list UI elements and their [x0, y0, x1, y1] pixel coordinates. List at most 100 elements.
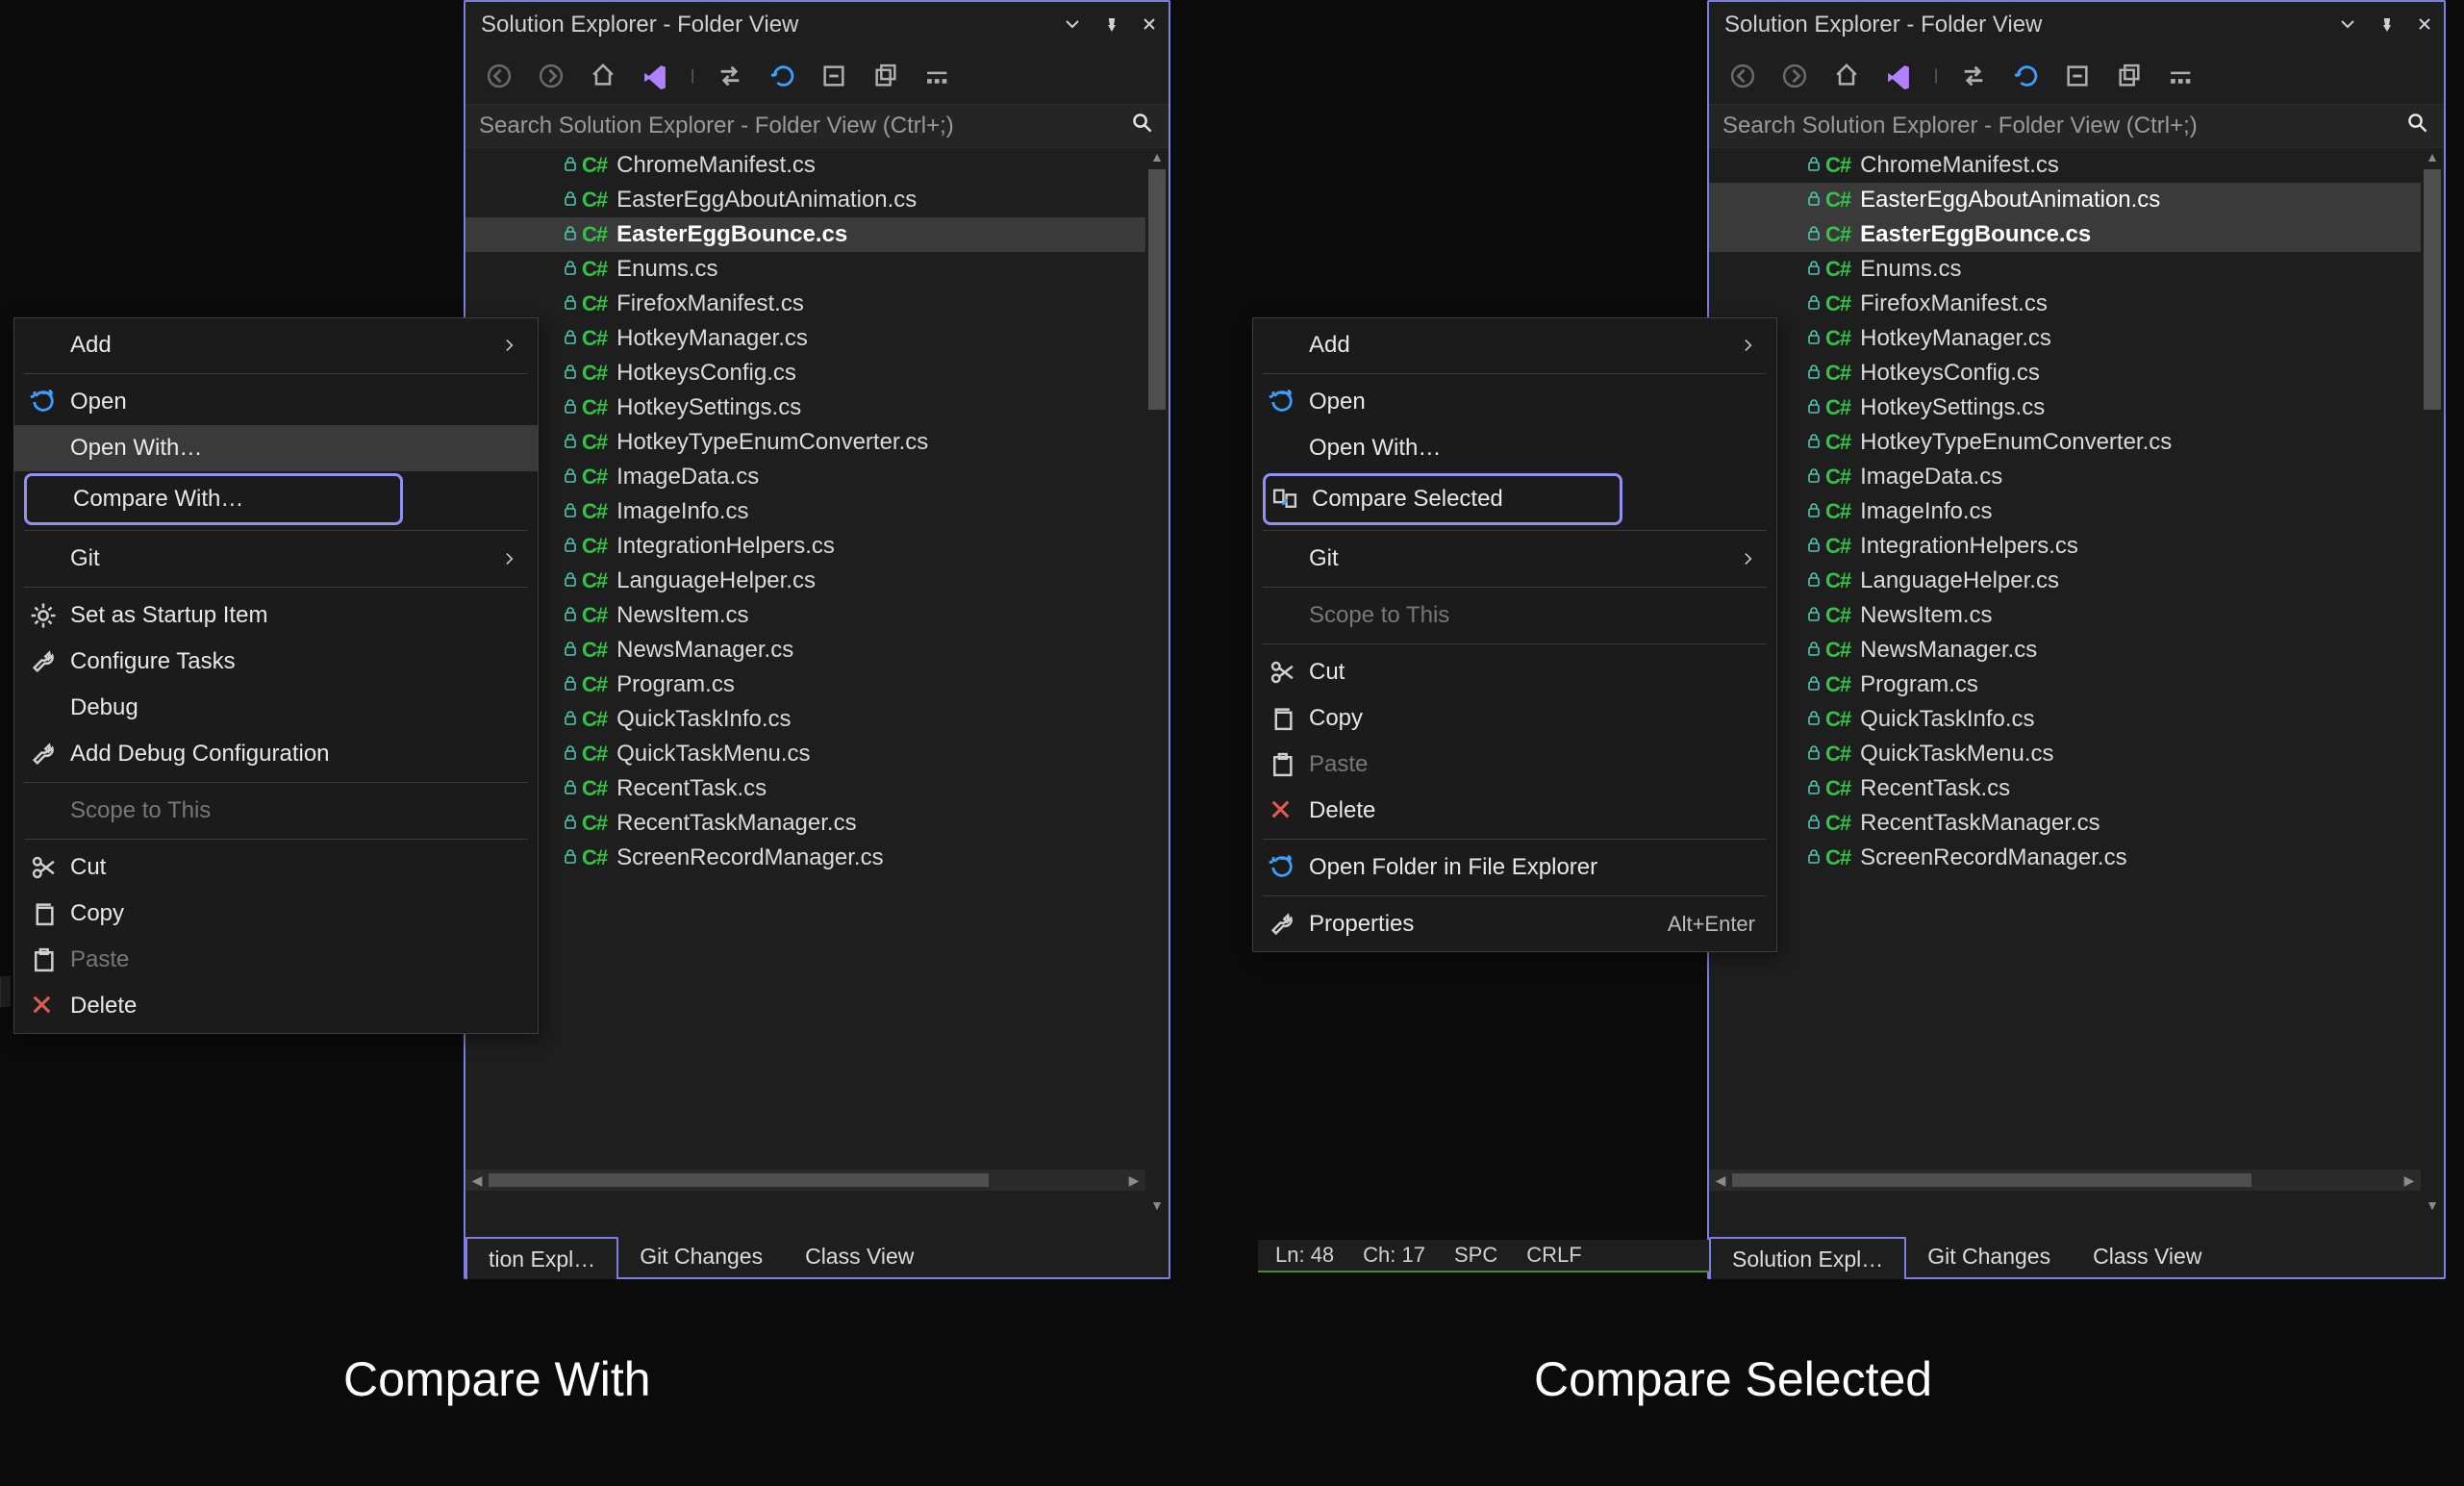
scrollbar-thumb[interactable] — [2424, 169, 2441, 410]
file-item[interactable]: C#HotkeySettings.cs — [465, 390, 1169, 425]
file-item[interactable]: C#QuickTaskInfo.cs — [465, 702, 1169, 737]
refresh-button[interactable] — [766, 60, 798, 92]
file-item[interactable]: C#NewsItem.cs — [465, 598, 1169, 633]
tab-git-changes[interactable]: Git Changes — [1906, 1235, 2072, 1277]
file-item[interactable]: C#Program.cs — [465, 667, 1169, 702]
menu-open-with[interactable]: Open With… — [14, 425, 538, 471]
file-item[interactable]: C#IntegrationHelpers.cs — [1709, 529, 2444, 564]
chevron-down-icon[interactable] — [2340, 16, 2357, 34]
show-all-button[interactable] — [869, 60, 902, 92]
file-item[interactable]: C#HotkeysConfig.cs — [465, 356, 1169, 390]
menu-add-debug-config[interactable]: Add Debug Configuration — [14, 731, 538, 777]
file-item[interactable]: C#HotkeysConfig.cs — [1709, 356, 2444, 390]
tab-solution-explorer[interactable]: tion Expl… — [465, 1237, 618, 1279]
properties-button[interactable] — [921, 60, 954, 92]
vertical-scrollbar[interactable]: ▲ ▼ — [1145, 148, 1169, 1235]
search-input[interactable]: Search Solution Explorer - Folder View (… — [465, 104, 1169, 148]
file-item[interactable]: C#HotkeyManager.cs — [1709, 321, 2444, 356]
menu-open-with[interactable]: Open With… — [1253, 425, 1776, 471]
menu-copy[interactable]: Copy — [1253, 695, 1776, 742]
file-item[interactable]: C#IntegrationHelpers.cs — [465, 529, 1169, 564]
nav-back-button[interactable] — [1726, 60, 1759, 92]
scroll-left-arrow[interactable]: ◀ — [465, 1171, 489, 1189]
file-item[interactable]: C#HotkeyTypeEnumConverter.cs — [1709, 425, 2444, 460]
menu-open[interactable]: Open — [1253, 379, 1776, 425]
file-item[interactable]: C#EasterEggBounce.cs — [465, 217, 1169, 252]
menu-debug[interactable]: Debug — [14, 685, 538, 731]
menu-compare-selected[interactable]: Compare Selected — [1263, 473, 1622, 525]
properties-button[interactable] — [2165, 60, 2198, 92]
file-item[interactable]: C#RecentTaskManager.cs — [465, 806, 1169, 841]
sync-button[interactable] — [1957, 60, 1990, 92]
file-item[interactable]: C#HotkeyManager.cs — [465, 321, 1169, 356]
horizontal-scrollbar[interactable]: ◀ ▶ — [1709, 1170, 2421, 1191]
file-item[interactable]: C#Enums.cs — [1709, 252, 2444, 287]
vertical-scrollbar[interactable]: ▲ ▼ — [2421, 148, 2444, 1235]
collapse-all-button[interactable] — [817, 60, 850, 92]
menu-cut[interactable]: Cut — [14, 844, 538, 891]
scroll-down-arrow[interactable]: ▼ — [1145, 1196, 1169, 1214]
file-item[interactable]: C#RecentTaskManager.cs — [1709, 806, 2444, 841]
file-item[interactable]: C#LanguageHelper.cs — [1709, 564, 2444, 598]
search-icon[interactable] — [2407, 113, 2434, 140]
home-button[interactable] — [1830, 60, 1863, 92]
nav-forward-button[interactable] — [535, 60, 567, 92]
menu-compare-with[interactable]: Compare With… — [24, 473, 403, 525]
scrollbar-thumb[interactable] — [1148, 169, 1166, 410]
file-item[interactable]: C#ScreenRecordManager.cs — [1709, 841, 2444, 875]
search-icon[interactable] — [1132, 113, 1159, 140]
pin-icon[interactable] — [2378, 16, 2396, 34]
menu-configure-tasks[interactable]: Configure Tasks — [14, 639, 538, 685]
menu-open[interactable]: Open — [14, 379, 538, 425]
file-item[interactable]: C#ImageData.cs — [1709, 460, 2444, 494]
file-item[interactable]: C#ImageData.cs — [465, 460, 1169, 494]
file-item[interactable]: C#QuickTaskMenu.cs — [465, 737, 1169, 771]
show-all-button[interactable] — [2113, 60, 2146, 92]
tab-class-view[interactable]: Class View — [2072, 1235, 2223, 1277]
file-item[interactable]: C#ChromeManifest.cs — [465, 148, 1169, 183]
file-item[interactable]: C#ImageInfo.cs — [465, 494, 1169, 529]
switch-views-button[interactable] — [1882, 60, 1915, 92]
home-button[interactable] — [587, 60, 619, 92]
file-item[interactable]: C#ChromeManifest.cs — [1709, 148, 2444, 183]
file-item[interactable]: C#ImageInfo.cs — [1709, 494, 2444, 529]
horizontal-scrollbar[interactable]: ◀ ▶ — [465, 1170, 1145, 1191]
scroll-up-arrow[interactable]: ▲ — [1145, 148, 1169, 165]
tab-git-changes[interactable]: Git Changes — [618, 1235, 784, 1277]
switch-views-button[interactable] — [639, 60, 671, 92]
file-item[interactable]: C#EasterEggAboutAnimation.cs — [465, 183, 1169, 217]
file-item[interactable]: C#Enums.cs — [465, 252, 1169, 287]
file-item[interactable]: C#QuickTaskInfo.cs — [1709, 702, 2444, 737]
close-icon[interactable] — [2417, 16, 2434, 34]
scrollbar-thumb-h[interactable] — [1732, 1173, 2251, 1187]
menu-open-folder[interactable]: Open Folder in File Explorer — [1253, 844, 1776, 891]
tab-solution-explorer[interactable]: Solution Expl… — [1709, 1237, 1906, 1279]
collapse-all-button[interactable] — [2061, 60, 2094, 92]
menu-properties[interactable]: Properties Alt+Enter — [1253, 901, 1776, 947]
file-item[interactable]: C#NewsManager.cs — [1709, 633, 2444, 667]
file-item[interactable]: C#ScreenRecordManager.cs — [465, 841, 1169, 875]
file-item[interactable]: C#NewsItem.cs — [1709, 598, 2444, 633]
scrollbar-thumb-h[interactable] — [489, 1173, 989, 1187]
file-item[interactable]: C#LanguageHelper.cs — [465, 564, 1169, 598]
scroll-left-arrow[interactable]: ◀ — [1709, 1171, 1732, 1189]
nav-back-button[interactable] — [483, 60, 515, 92]
nav-forward-button[interactable] — [1778, 60, 1811, 92]
refresh-button[interactable] — [2009, 60, 2042, 92]
file-item[interactable]: C#RecentTask.cs — [1709, 771, 2444, 806]
scroll-down-arrow[interactable]: ▼ — [2421, 1196, 2444, 1214]
menu-delete[interactable]: Delete — [1253, 788, 1776, 834]
sync-button[interactable] — [714, 60, 746, 92]
file-item[interactable]: C#FirefoxManifest.cs — [1709, 287, 2444, 321]
close-icon[interactable] — [1142, 16, 1159, 34]
search-input[interactable]: Search Solution Explorer - Folder View (… — [1709, 104, 2444, 148]
file-item[interactable]: C#RecentTask.cs — [465, 771, 1169, 806]
file-item[interactable]: C#EasterEggBounce.cs — [1709, 217, 2444, 252]
file-item[interactable]: C#HotkeyTypeEnumConverter.cs — [465, 425, 1169, 460]
scroll-right-arrow[interactable]: ▶ — [2398, 1171, 2421, 1189]
pin-icon[interactable] — [1103, 16, 1120, 34]
panel-titlebar[interactable]: Solution Explorer - Folder View — [1709, 2, 2444, 48]
scroll-up-arrow[interactable]: ▲ — [2421, 148, 2444, 165]
chevron-down-icon[interactable] — [1065, 16, 1082, 34]
menu-delete[interactable]: Delete — [14, 983, 538, 1029]
